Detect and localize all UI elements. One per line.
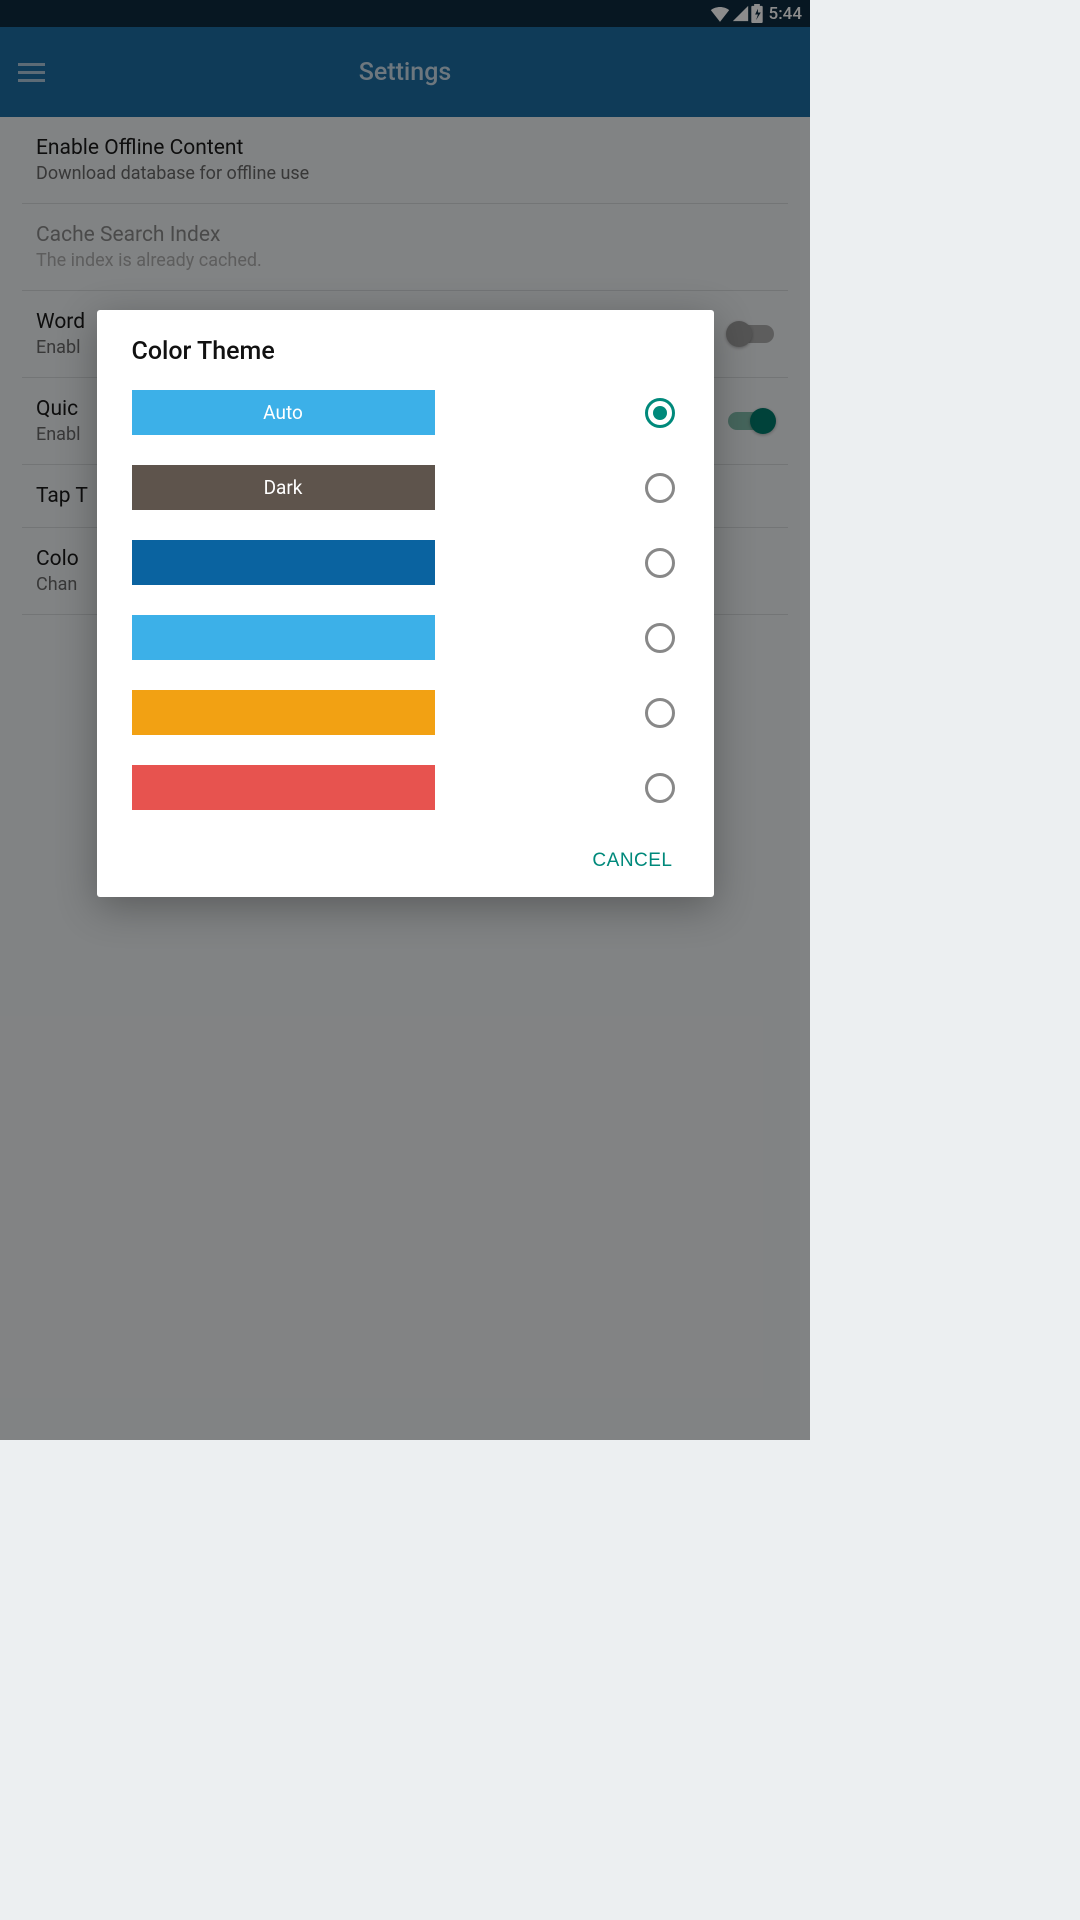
theme-swatch [132, 540, 435, 585]
theme-swatch: Auto [132, 390, 435, 435]
theme-option[interactable]: Dark [132, 465, 687, 510]
theme-label: Auto [263, 401, 303, 424]
cancel-button[interactable]: CANCEL [578, 840, 686, 882]
dialog-overlay[interactable]: Color Theme Auto Dark CANCEL [0, 0, 810, 1440]
theme-option[interactable] [132, 540, 687, 585]
theme-options-list: Auto Dark [132, 390, 687, 810]
color-theme-dialog: Color Theme Auto Dark CANCEL [97, 310, 714, 897]
radio-button[interactable] [645, 548, 675, 578]
theme-swatch [132, 765, 435, 810]
theme-label: Dark [264, 476, 303, 499]
radio-button[interactable] [645, 473, 675, 503]
theme-option[interactable]: Auto [132, 390, 687, 435]
radio-button[interactable] [645, 623, 675, 653]
theme-swatch [132, 690, 435, 735]
theme-option[interactable] [132, 690, 687, 735]
theme-option[interactable] [132, 765, 687, 810]
dialog-title: Color Theme [132, 337, 687, 366]
radio-button[interactable] [645, 698, 675, 728]
radio-button[interactable] [645, 398, 675, 428]
radio-button[interactable] [645, 773, 675, 803]
theme-swatch [132, 615, 435, 660]
theme-option[interactable] [132, 615, 687, 660]
dialog-actions: CANCEL [132, 840, 687, 882]
theme-swatch: Dark [132, 465, 435, 510]
